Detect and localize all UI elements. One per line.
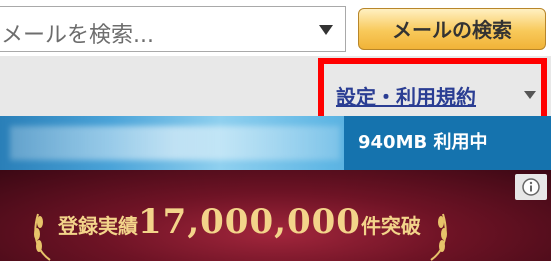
status-bar: 940MB 利用中 xyxy=(0,116,551,170)
ad-info-button[interactable] xyxy=(515,174,547,200)
laurel-icon xyxy=(430,213,447,261)
ad-banner[interactable]: 登録実績17,000,000件突破 xyxy=(0,170,551,261)
storage-usage: 940MB 利用中 xyxy=(344,116,551,170)
laurel-icon xyxy=(34,213,51,261)
search-row: メールを検索... メールの検索 xyxy=(0,0,551,56)
chevron-down-icon[interactable] xyxy=(319,25,333,35)
search-input[interactable]: メールを検索... xyxy=(0,6,346,52)
mail-search-button[interactable]: メールの検索 xyxy=(358,8,546,50)
ad-suffix: 件突破 xyxy=(360,214,421,238)
ad-prefix: 登録実績 xyxy=(58,214,138,238)
ad-number: 17,000,000 xyxy=(138,202,361,242)
ad-headline: 登録実績17,000,000件突破 xyxy=(58,202,421,242)
search-placeholder: メールを検索... xyxy=(1,23,154,48)
blurred-status-area xyxy=(10,126,340,160)
info-icon xyxy=(522,178,540,196)
